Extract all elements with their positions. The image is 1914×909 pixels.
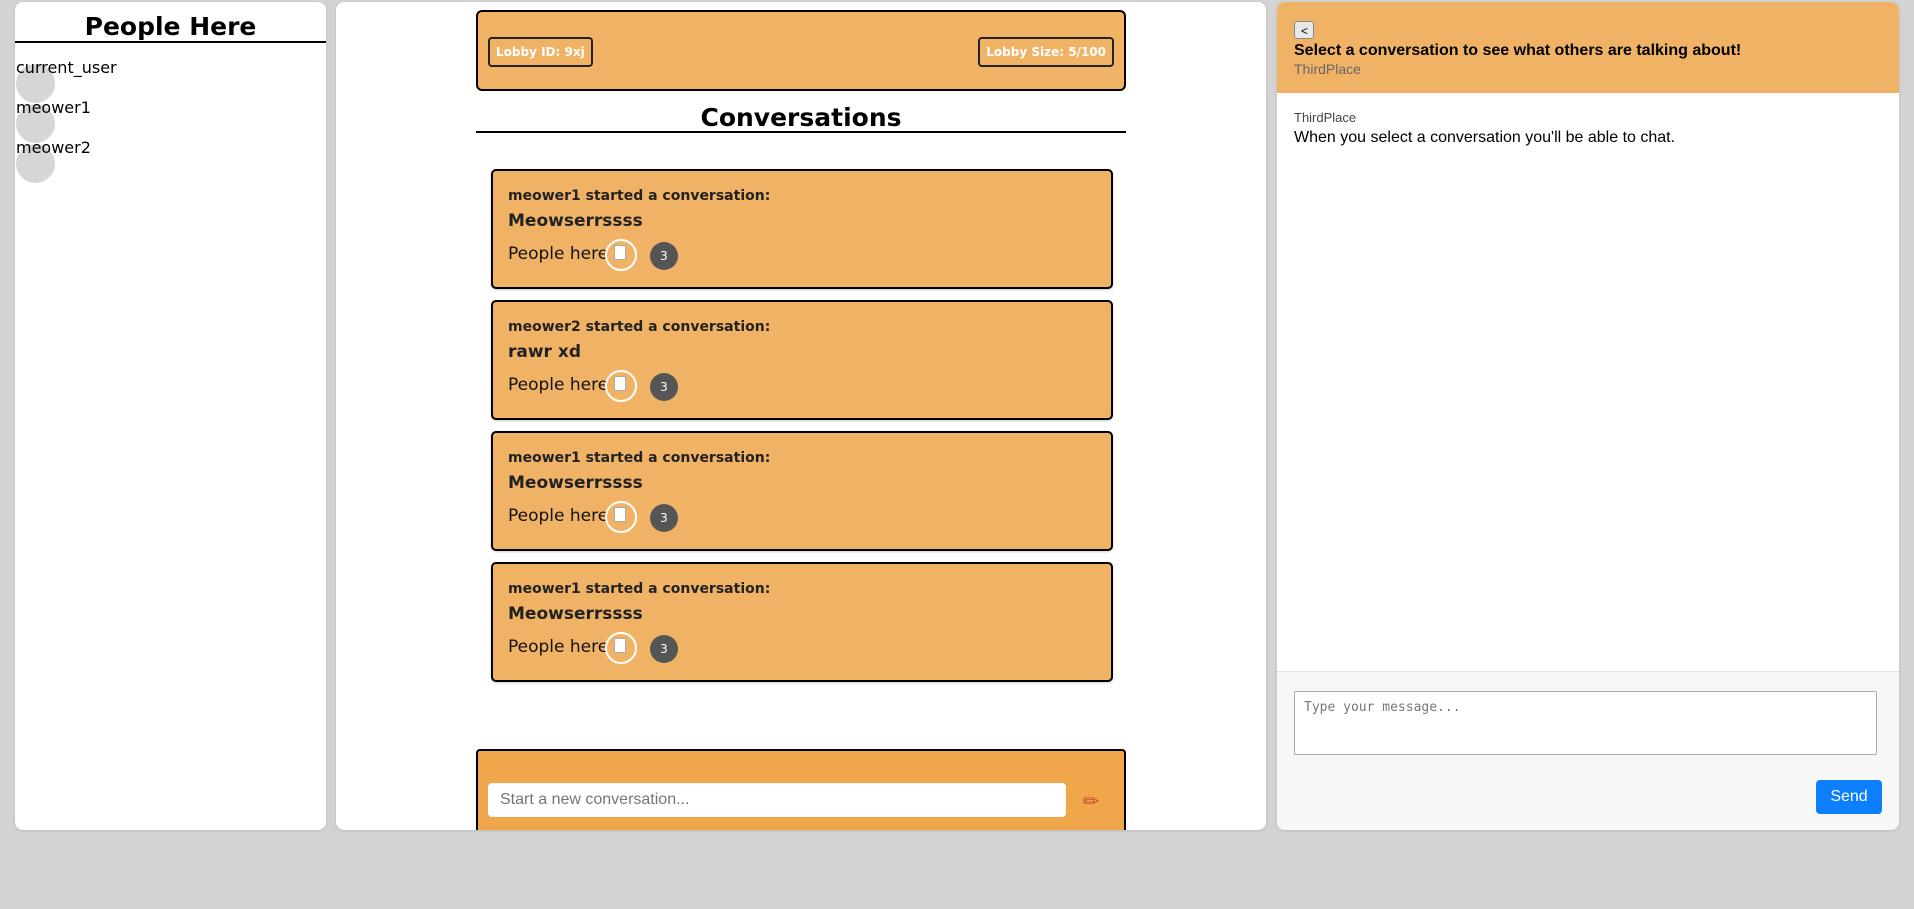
chat-app-name: ThirdPlace [1294,61,1361,77]
chat-prompt: Select a conversation to see what others… [1294,42,1742,59]
broken-image-icon [614,376,626,391]
broken-image-icon [614,245,626,260]
people-here-label: People here: [508,244,614,264]
people-count-badge: 3 [650,635,678,663]
conversations-heading: Conversations [476,100,1126,133]
avatar [605,239,637,271]
user-item[interactable]: current_user [15,57,326,103]
conversation-title: Meowserrssss [508,604,643,624]
user-item[interactable]: meower2 [15,137,326,183]
conversations-panel: Lobby ID: 9xj Lobby Size: 5/100 Conversa… [336,2,1266,830]
pencil-icon: ✏ [1082,791,1100,813]
conversation-title: Meowserrssss [508,211,643,231]
lobby-id-badge: Lobby ID: 9xj [488,37,593,67]
new-conversation-bar: ✏ [476,749,1126,830]
broken-image-icon [614,638,626,653]
people-here-label: People here: [508,637,614,657]
user-name: current_user [16,58,117,77]
create-conversation-button[interactable]: ✏ [1071,783,1111,819]
chat-panel: < Select a conversation to see what othe… [1277,2,1899,830]
back-button[interactable]: < [1294,21,1314,39]
message-text: When you select a conversation you'll be… [1294,129,1676,146]
people-count-badge: 3 [650,504,678,532]
user-name: meower1 [16,98,91,117]
conversation-title: rawr xd [508,342,581,362]
conversation-list: meower1 started a conversation: Meowserr… [491,169,1113,693]
broken-image-icon [614,507,626,522]
people-panel: People Here current_user meower1 meower2 [15,2,326,830]
user-name: meower2 [16,138,91,157]
lobby-size-badge: Lobby Size: 5/100 [978,37,1114,67]
conversation-starter: meower1 started a conversation: [508,450,771,466]
user-item[interactable]: meower1 [15,97,326,143]
conversation-starter: meower2 started a conversation: [508,319,771,335]
people-panel-title: People Here [15,10,326,43]
conversation-card[interactable]: meower1 started a conversation: Meowserr… [491,562,1113,682]
user-list: current_user meower1 meower2 [15,57,326,183]
conversation-card[interactable]: meower1 started a conversation: Meowserr… [491,431,1113,551]
avatar [605,632,637,664]
conversation-card[interactable]: meower2 started a conversation: rawr xd … [491,300,1113,420]
message-input[interactable] [1294,691,1877,755]
avatar [605,370,637,402]
people-count-badge: 3 [650,242,678,270]
chat-footer: Send [1277,671,1899,830]
conversation-starter: meower1 started a conversation: [508,581,771,597]
conversation-starter: meower1 started a conversation: [508,188,771,204]
chat-header: < Select a conversation to see what othe… [1277,2,1899,93]
people-here-label: People here: [508,375,614,395]
avatar [605,501,637,533]
message-sender: ThirdPlace [1294,110,1357,125]
send-button[interactable]: Send [1816,780,1882,814]
new-conversation-input[interactable] [488,783,1066,817]
conversation-card[interactable]: meower1 started a conversation: Meowserr… [491,169,1113,289]
people-count-badge: 3 [650,373,678,401]
people-here-label: People here: [508,506,614,526]
lobby-bar: Lobby ID: 9xj Lobby Size: 5/100 [476,10,1126,91]
conversation-title: Meowserrssss [508,473,643,493]
